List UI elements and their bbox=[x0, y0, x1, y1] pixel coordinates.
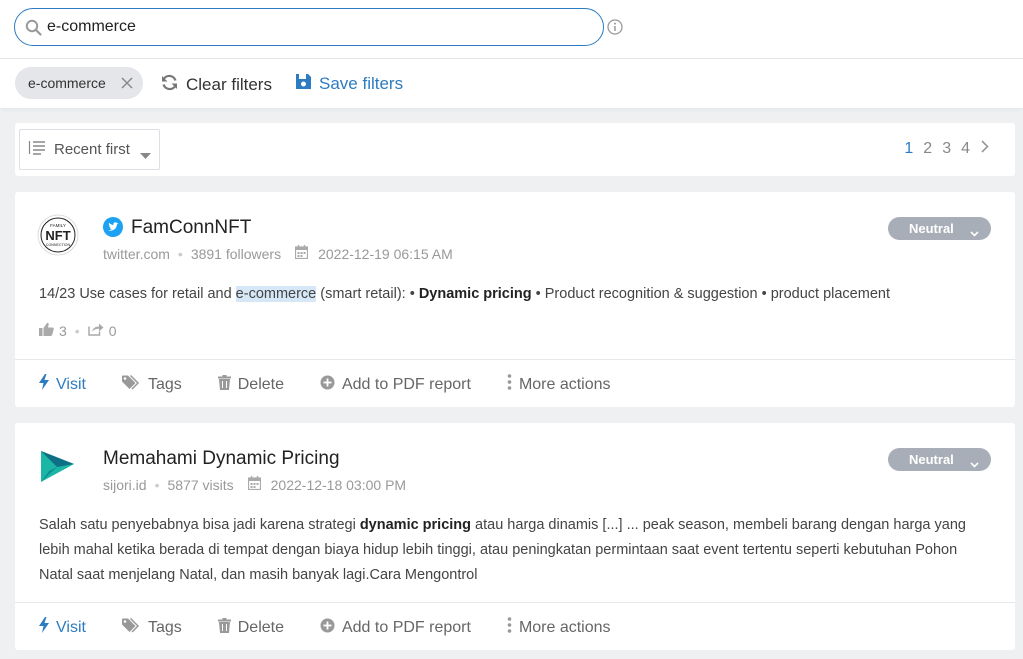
sentiment-label: Neutral bbox=[909, 452, 954, 467]
sentiment-label: Neutral bbox=[909, 221, 954, 236]
save-filters-button[interactable]: Save filters bbox=[295, 73, 403, 95]
refresh-icon bbox=[160, 73, 179, 97]
search-box[interactable] bbox=[14, 8, 604, 46]
bolt-icon bbox=[39, 617, 49, 638]
sort-label: Recent first bbox=[54, 141, 130, 158]
sort-dropdown[interactable]: Recent first bbox=[19, 129, 160, 170]
calendar-icon bbox=[247, 476, 261, 493]
tags-button[interactable]: Tags bbox=[121, 374, 182, 395]
result-meta: sijori.id • 5877 visits 2022-12-18 03:00… bbox=[103, 476, 407, 493]
add-to-pdf-button[interactable]: Add to PDF report bbox=[320, 375, 471, 395]
floppy-disk-icon bbox=[295, 73, 312, 95]
tags-button[interactable]: Tags bbox=[121, 617, 182, 638]
plus-circle-icon bbox=[320, 618, 335, 638]
page-2-link[interactable]: 2 bbox=[923, 140, 932, 158]
clear-filters-button[interactable]: Clear filters bbox=[160, 73, 272, 97]
result-date: 2022-12-18 03:00 PM bbox=[270, 476, 407, 493]
result-audience: 5877 visits bbox=[167, 476, 234, 493]
divider bbox=[15, 602, 1015, 603]
result-source[interactable]: sijori.id bbox=[103, 477, 147, 493]
kebab-menu-icon bbox=[507, 374, 512, 395]
result-audience: 3891 followers bbox=[190, 245, 282, 262]
card-actions: Visit Tags Delete Add to PDF report More… bbox=[39, 374, 647, 395]
caret-down-icon bbox=[140, 147, 151, 164]
result-snippet: Salah satu penyebabnya bisa jadi karena … bbox=[39, 517, 966, 583]
page-1-link[interactable]: 1 bbox=[904, 140, 913, 158]
tags-icon bbox=[121, 374, 141, 395]
filter-chip-label: e-commerce bbox=[28, 75, 106, 91]
result-title[interactable]: FamConnNFT bbox=[131, 217, 251, 239]
visit-button[interactable]: Visit bbox=[39, 374, 86, 395]
result-card: Memahami Dynamic Pricing sijori.id • 587… bbox=[15, 423, 1015, 650]
delete-button[interactable]: Delete bbox=[217, 617, 284, 638]
divider bbox=[15, 359, 1015, 360]
sort-bar: Recent first 1 2 3 4 bbox=[15, 123, 1015, 176]
calendar-icon bbox=[294, 245, 309, 262]
shares-count: 0 bbox=[108, 322, 117, 339]
thumbs-up-icon bbox=[39, 322, 54, 339]
result-source[interactable]: twitter.com bbox=[103, 246, 170, 262]
likes-count: 3 bbox=[59, 322, 67, 339]
keyword-bold: dynamic pricing bbox=[359, 517, 472, 533]
more-actions-button[interactable]: More actions bbox=[507, 617, 611, 638]
trash-icon bbox=[217, 374, 231, 395]
chevron-down-icon bbox=[970, 456, 979, 471]
result-card: FAMILY NFT CONNECTION FamConnNFT twitter… bbox=[15, 192, 1015, 407]
page-4-link[interactable]: 4 bbox=[961, 140, 970, 158]
tags-icon bbox=[121, 617, 141, 638]
search-icon bbox=[25, 19, 42, 41]
sort-list-icon bbox=[28, 140, 46, 159]
plus-circle-icon bbox=[320, 375, 335, 395]
share-icon bbox=[87, 322, 104, 339]
result-snippet: 14/23 Use cases for retail and e-commerc… bbox=[39, 286, 890, 302]
more-actions-button[interactable]: More actions bbox=[507, 374, 611, 395]
avatar-main-text: NFT bbox=[45, 228, 70, 243]
search-input[interactable] bbox=[47, 15, 587, 39]
bolt-icon bbox=[39, 374, 49, 395]
sentiment-dropdown[interactable]: Neutral bbox=[888, 217, 991, 240]
sentiment-dropdown[interactable]: Neutral bbox=[888, 448, 991, 471]
avatar-bottom-text: CONNECTION bbox=[46, 243, 71, 247]
close-icon[interactable] bbox=[121, 76, 133, 92]
avatar[interactable]: FAMILY NFT CONNECTION bbox=[37, 214, 79, 256]
pagination: 1 2 3 4 bbox=[904, 140, 989, 158]
chevron-right-icon[interactable] bbox=[980, 140, 989, 158]
result-title[interactable]: Memahami Dynamic Pricing bbox=[103, 448, 340, 470]
filter-bar: e-commerce Clear filters Save filters bbox=[0, 59, 1023, 108]
info-icon[interactable] bbox=[607, 19, 623, 40]
save-filters-label: Save filters bbox=[319, 74, 404, 93]
filter-chip: e-commerce bbox=[15, 67, 143, 99]
clear-filters-label: Clear filters bbox=[186, 75, 272, 94]
result-meta: twitter.com • 3891 followers 2022-12-19 … bbox=[103, 245, 453, 262]
page-3-link[interactable]: 3 bbox=[942, 140, 951, 158]
delete-button[interactable]: Delete bbox=[217, 374, 284, 395]
sijori-logo-icon[interactable] bbox=[37, 445, 79, 487]
twitter-icon bbox=[103, 217, 123, 242]
kebab-menu-icon bbox=[507, 617, 512, 638]
visit-button[interactable]: Visit bbox=[39, 617, 86, 638]
top-bar bbox=[0, 0, 1023, 59]
trash-icon bbox=[217, 617, 231, 638]
chevron-down-icon bbox=[970, 225, 979, 240]
search-highlight: e-commerce bbox=[235, 286, 317, 302]
result-date: 2022-12-19 06:15 AM bbox=[318, 245, 453, 262]
keyword-bold: Dynamic pricing bbox=[418, 286, 532, 302]
add-to-pdf-button[interactable]: Add to PDF report bbox=[320, 618, 471, 638]
engagement-stats: 3 • 0 bbox=[39, 322, 117, 339]
card-actions: Visit Tags Delete Add to PDF report More… bbox=[39, 617, 647, 638]
